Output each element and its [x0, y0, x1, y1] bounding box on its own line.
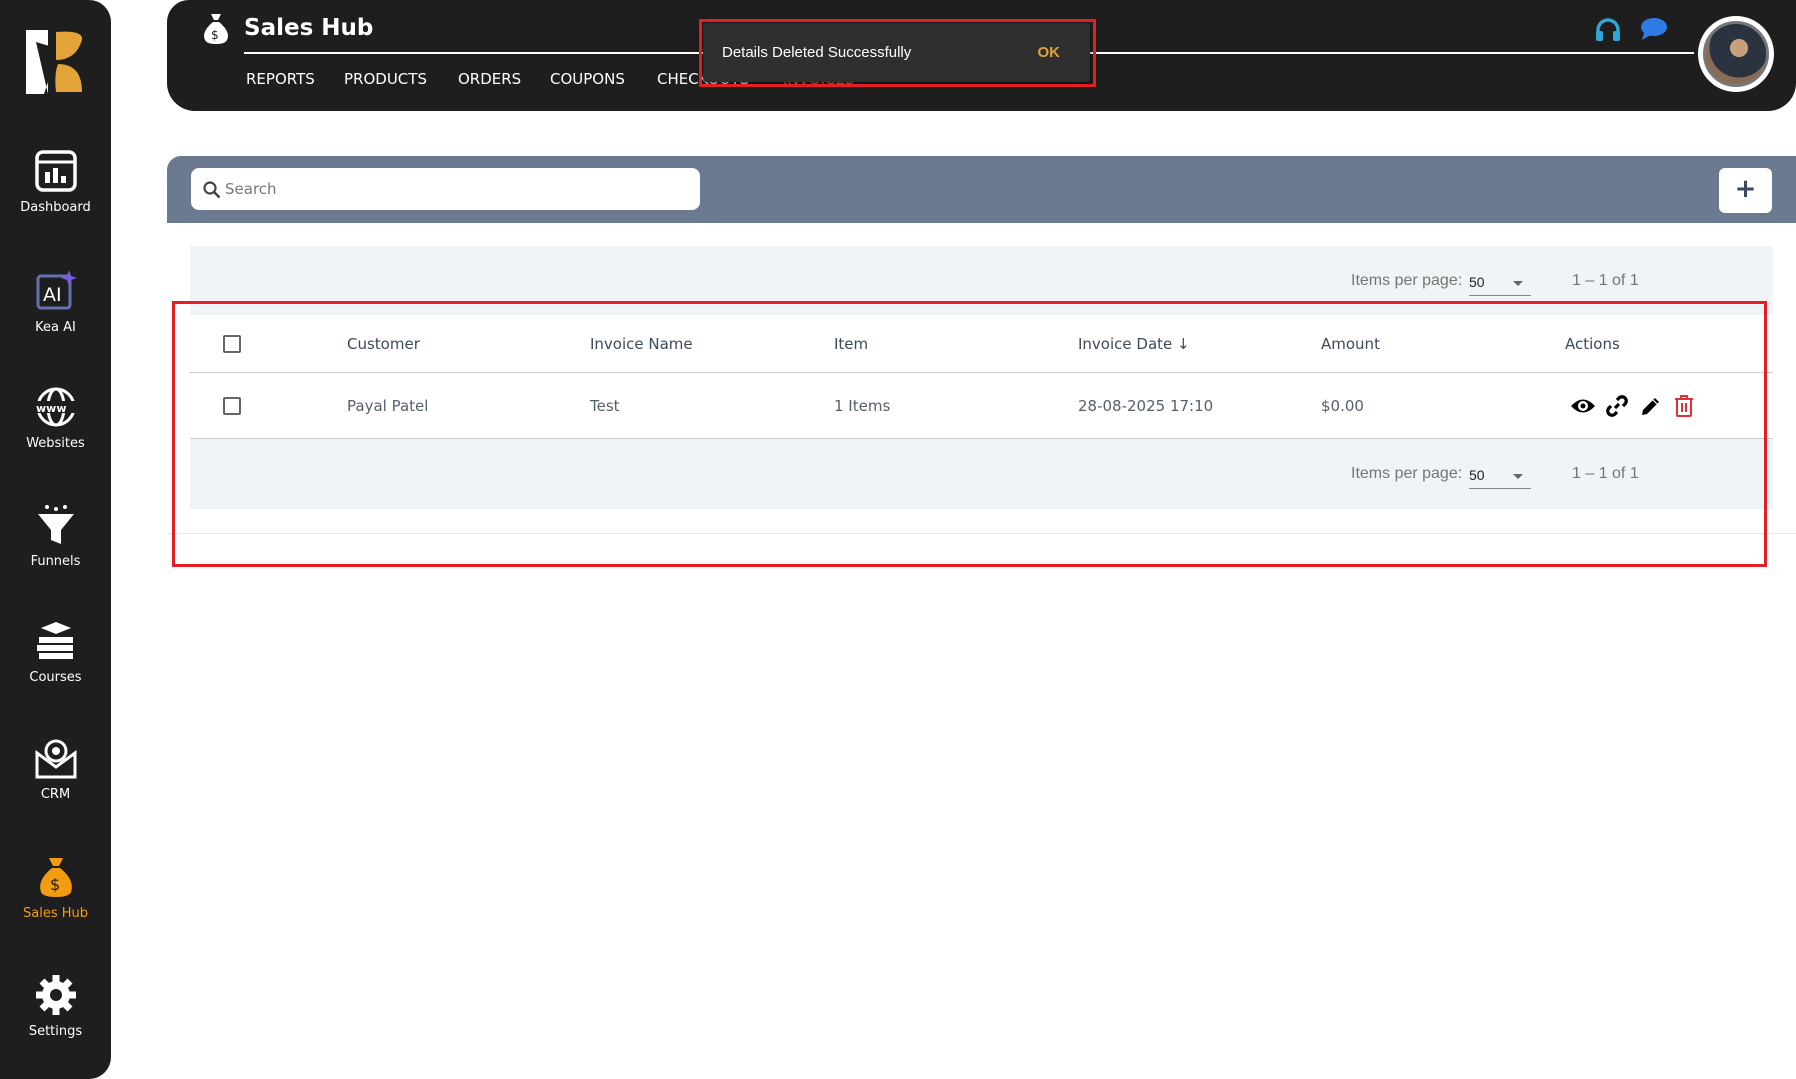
sidebar-item-sales-hub[interactable]: $ Sales Hub — [0, 856, 111, 921]
svg-text:$: $ — [211, 28, 219, 42]
highlight-box — [699, 19, 1096, 87]
tab-products[interactable]: PRODUCTS — [344, 70, 427, 88]
avatar[interactable] — [1698, 16, 1774, 92]
sidebar-item-label: Courses — [29, 670, 82, 685]
gear-icon — [35, 975, 76, 1015]
tab-orders[interactable]: ORDERS — [458, 70, 521, 88]
caret-down-icon — [1513, 281, 1523, 291]
sidebar-item-label: Kea AI — [35, 320, 76, 335]
funnel-icon — [37, 505, 74, 544]
sidebar-item-courses[interactable]: Courses — [0, 620, 111, 685]
ai-icon: AI — [36, 270, 77, 310]
sidebar-item-label: Dashboard — [20, 200, 91, 215]
money-bag-icon: $ — [204, 14, 228, 44]
tab-reports[interactable]: REPORTS — [246, 70, 315, 88]
search-placeholder: Search — [225, 180, 277, 198]
sidebar-item-crm[interactable]: CRM — [0, 737, 111, 802]
page-range: 1 – 1 of 1 — [1572, 272, 1639, 289]
page-title: Sales Hub — [244, 15, 374, 41]
sidebar-item-settings[interactable]: Settings — [0, 974, 111, 1039]
sidebar-item-label: CRM — [40, 787, 71, 802]
crm-icon — [35, 739, 76, 779]
page-size-value: 50 — [1469, 274, 1485, 290]
headset-icon[interactable] — [1595, 18, 1621, 42]
sidebar-item-dashboard[interactable]: Dashboard — [0, 150, 111, 215]
sidebar-item-funnels[interactable]: Funnels — [0, 504, 111, 569]
svg-text:AI: AI — [43, 284, 62, 306]
sidebar-item-websites[interactable]: www Websites — [0, 386, 111, 451]
page-size-select[interactable]: 50 — [1469, 268, 1531, 296]
toolbar: Search + — [167, 156, 1796, 223]
items-per-page-label: Items per page: — [1351, 272, 1463, 289]
chat-icon[interactable] — [1640, 17, 1668, 41]
www-icon: www — [34, 387, 77, 427]
tab-coupons[interactable]: COUPONS — [550, 70, 625, 88]
search-icon — [203, 181, 221, 199]
money-bag-icon: $ — [39, 858, 72, 897]
sidebar-item-label: Settings — [28, 1024, 83, 1039]
sidebar: Dashboard AI Kea AI www Websites Funnels C… — [0, 0, 111, 1079]
logo — [26, 30, 83, 94]
sidebar-item-label: Websites — [26, 436, 85, 451]
dashboard-icon — [34, 150, 77, 192]
courses-icon — [36, 622, 73, 659]
svg-text:www: www — [36, 402, 67, 415]
sidebar-item-label: Sales Hub — [23, 906, 88, 921]
add-button[interactable]: + — [1719, 168, 1772, 213]
search-input[interactable]: Search — [191, 168, 700, 210]
svg-text:$: $ — [50, 875, 60, 894]
highlight-box — [172, 301, 1767, 567]
sidebar-item-label: Funnels — [30, 554, 81, 569]
sidebar-item-kea-ai[interactable]: AI Kea AI — [0, 270, 111, 335]
